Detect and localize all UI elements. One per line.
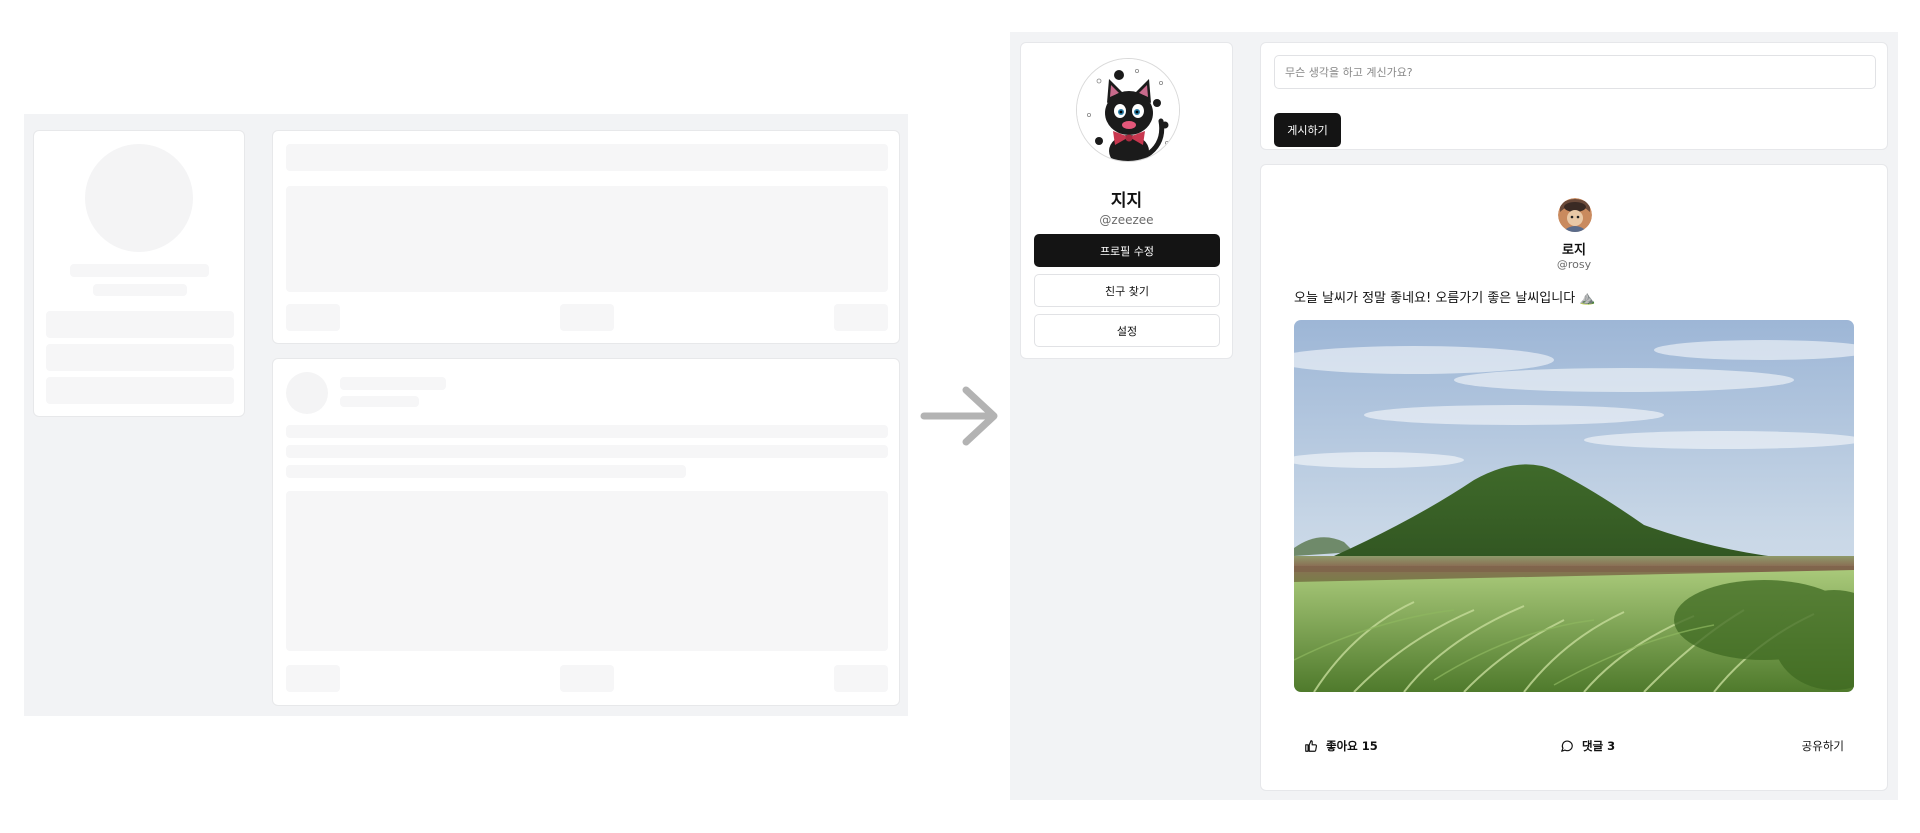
skeleton-profile-card bbox=[33, 130, 245, 417]
skeleton-line bbox=[70, 264, 209, 277]
composer-input[interactable] bbox=[1274, 55, 1876, 89]
comment-count: 댓글 3 bbox=[1582, 739, 1616, 753]
thumbs-up-icon bbox=[1305, 740, 1318, 752]
skeleton-line bbox=[340, 377, 446, 390]
skeleton-line bbox=[286, 465, 686, 478]
composer-card: 게시하기 bbox=[1260, 42, 1888, 150]
speech-bubble-icon bbox=[1561, 740, 1573, 752]
skeleton-line bbox=[286, 425, 888, 438]
post-text: 오늘 날씨가 정말 좋네요! 오름가기 좋은 날씨입니다 ⛰️ bbox=[1294, 291, 1596, 306]
skeleton-button bbox=[834, 304, 888, 331]
comparison-stage: 지지 @zeezee 프로필 수정 친구 찾기 설정 게시하기 bbox=[0, 0, 1920, 833]
skeleton-textarea bbox=[286, 186, 888, 292]
edit-profile-button[interactable]: 프로필 수정 bbox=[1034, 234, 1220, 267]
profile-avatar[interactable] bbox=[1076, 58, 1180, 162]
profile-card: 지지 @zeezee 프로필 수정 친구 찾기 설정 bbox=[1020, 42, 1233, 359]
skeleton-image bbox=[286, 491, 888, 651]
skeleton-line bbox=[340, 396, 419, 407]
profile-name: 지지 bbox=[1110, 191, 1143, 211]
share-label: 공유하기 bbox=[1801, 739, 1844, 753]
author-avatar-image bbox=[1558, 198, 1592, 232]
share-button[interactable]: 공유하기 bbox=[1802, 735, 1844, 757]
author-name[interactable]: 로지 bbox=[1261, 239, 1887, 258]
like-button[interactable]: 좋아요 15 bbox=[1304, 735, 1378, 757]
post-card: 로지 @rosy 오늘 날씨가 정말 좋네요! 오름가기 좋은 날씨입니다 ⛰️ bbox=[1260, 164, 1888, 791]
post-actions: 좋아요 15 댓글 3 공유하기 bbox=[1294, 735, 1854, 757]
skeleton-line bbox=[286, 445, 888, 458]
skeleton-avatar bbox=[286, 372, 328, 414]
skeleton-button bbox=[286, 304, 340, 331]
skeleton-line bbox=[93, 284, 187, 296]
skeleton-loading-view bbox=[24, 114, 908, 716]
arrow-right-icon bbox=[918, 380, 1002, 456]
skeleton-button bbox=[286, 665, 340, 692]
post-image[interactable] bbox=[1294, 320, 1854, 692]
submit-post-button[interactable]: 게시하기 bbox=[1274, 113, 1341, 147]
skeleton-avatar bbox=[85, 144, 193, 252]
author-handle: @rosy bbox=[1556, 258, 1592, 271]
skeleton-input bbox=[286, 144, 888, 171]
skeleton-button bbox=[560, 304, 614, 331]
settings-button[interactable]: 설정 bbox=[1034, 314, 1220, 347]
profile-handle: @zeezee bbox=[1099, 213, 1154, 227]
author-avatar[interactable] bbox=[1558, 198, 1592, 232]
skeleton-button bbox=[560, 665, 614, 692]
comment-button[interactable]: 댓글 3 bbox=[1560, 735, 1615, 757]
skeleton-button bbox=[46, 377, 234, 404]
mountain-photo bbox=[1294, 320, 1854, 692]
skeleton-composer-card bbox=[272, 130, 900, 344]
black-cat-icon bbox=[1077, 59, 1179, 161]
skeleton-post-card bbox=[272, 358, 900, 706]
skeleton-button bbox=[46, 311, 234, 338]
skeleton-button bbox=[834, 665, 888, 692]
like-count: 좋아요 15 bbox=[1326, 739, 1378, 753]
loaded-app-view: 지지 @zeezee 프로필 수정 친구 찾기 설정 게시하기 bbox=[1010, 32, 1898, 800]
find-friends-button[interactable]: 친구 찾기 bbox=[1034, 274, 1220, 307]
skeleton-button bbox=[46, 344, 234, 371]
